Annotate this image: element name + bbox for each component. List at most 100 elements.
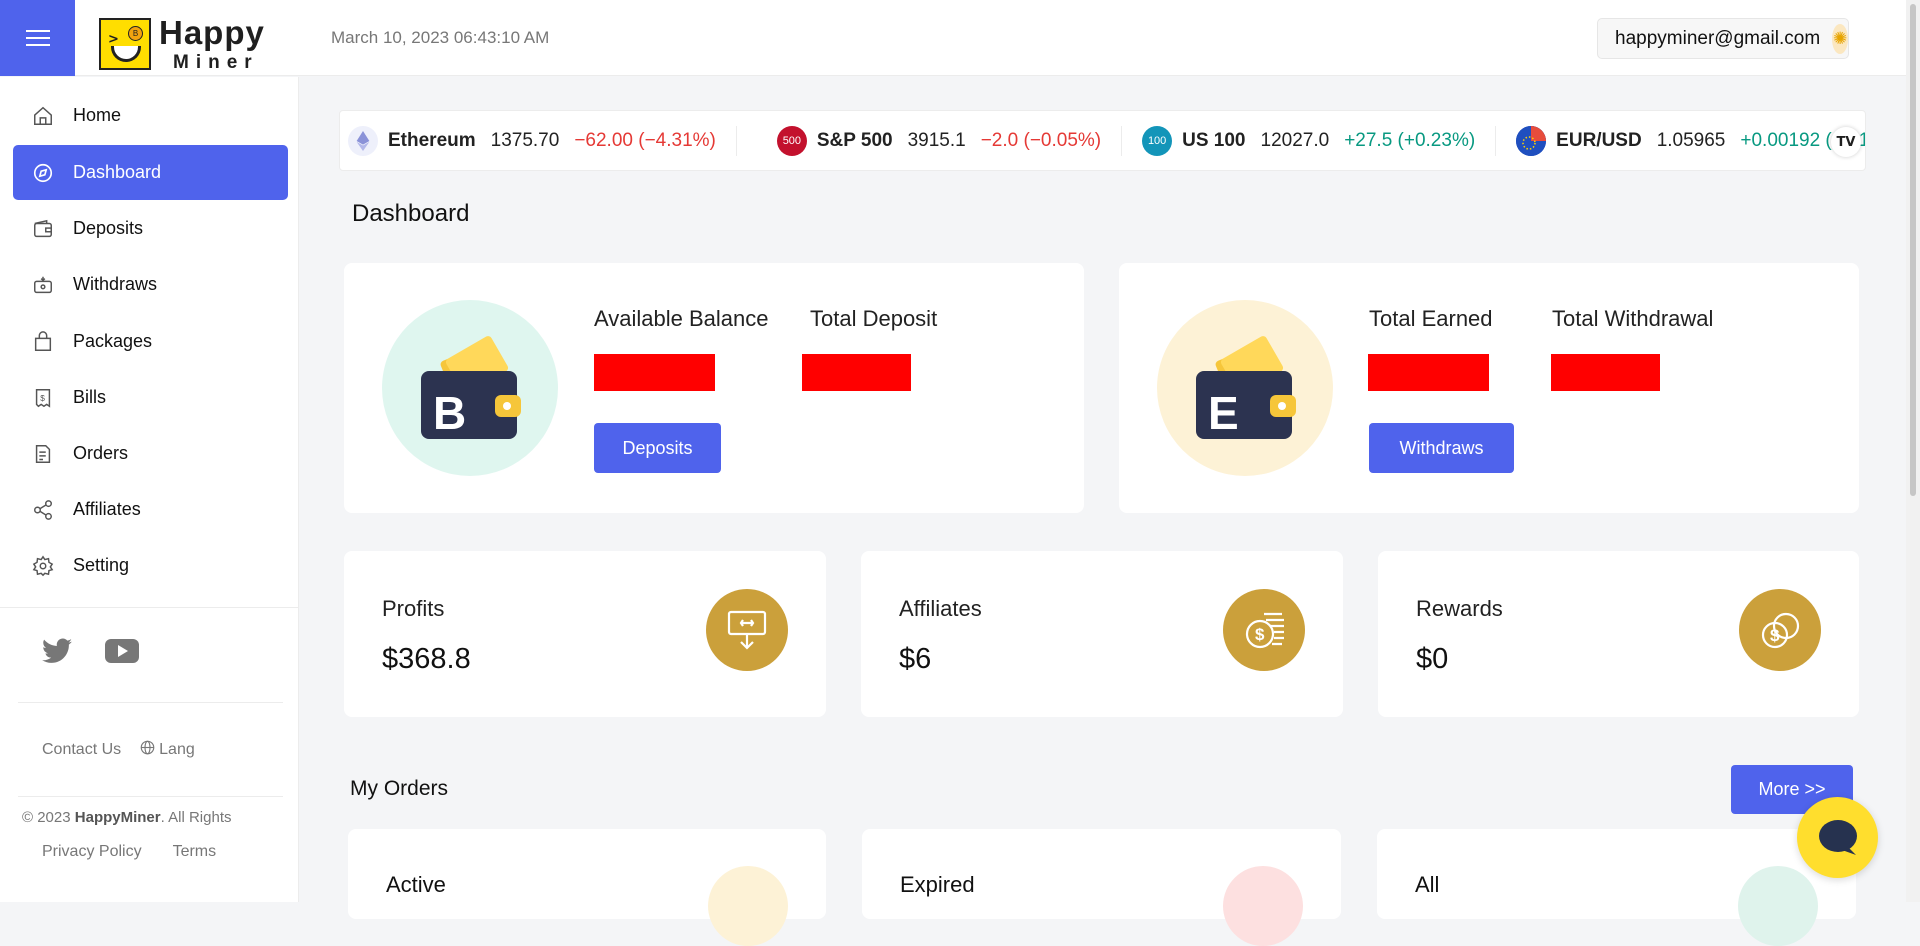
ticker-item[interactable]: 500 S&P 500 3915.1 −2.0 (−0.05%) xyxy=(737,125,1123,156)
stat-label: Rewards xyxy=(1416,596,1503,621)
page-title: Dashboard xyxy=(352,200,470,227)
order-card-label: Active xyxy=(386,872,446,897)
total-withdrawal-value-redacted xyxy=(1551,354,1660,391)
order-list-icon xyxy=(1223,866,1303,946)
social-links xyxy=(42,638,139,669)
ticker-name: S&P 500 xyxy=(816,129,893,151)
sidebar-item-label: Orders xyxy=(73,443,129,463)
svg-text:$: $ xyxy=(40,393,45,402)
order-list-icon xyxy=(1738,866,1818,946)
ticker-change: +27.5 (+0.23%) xyxy=(1344,129,1476,151)
total-earned-value-redacted xyxy=(1368,354,1489,391)
ticker-change: −62.00 (−4.31%) xyxy=(574,129,716,151)
coins-icon: $ xyxy=(1739,589,1821,671)
stat-label: Affiliates xyxy=(899,596,982,621)
current-datetime: March 10, 2023 06:43:10 AM xyxy=(331,28,550,47)
sidebar-item-bills[interactable]: $ Bills xyxy=(13,370,288,425)
ticker-item[interactable]: EUR/USD 1.05965 +0.00192 (+0.18%) xyxy=(1496,125,1865,156)
svg-text:$: $ xyxy=(1770,626,1780,645)
logo-text-line2: Miner xyxy=(173,52,259,73)
contact-us-link[interactable]: Contact Us xyxy=(42,741,121,759)
sidebar-item-affiliates[interactable]: Affiliates xyxy=(13,482,288,537)
hamburger-icon xyxy=(25,25,50,51)
expired-orders-card[interactable]: Expired xyxy=(862,829,1341,946)
all-orders-card[interactable]: All xyxy=(1377,829,1856,946)
sidebar-item-setting[interactable]: Setting xyxy=(13,538,288,593)
user-menu[interactable]: happyminer@gmail.com ✺ xyxy=(1597,18,1849,59)
tradingview-logo-icon[interactable]: TV xyxy=(1831,127,1861,157)
sidebar-item-label: Deposits xyxy=(73,218,144,238)
sidebar-item-label: Packages xyxy=(73,331,153,351)
top-bar: > B Happy Miner March 10, 2023 06:43:10 A… xyxy=(0,0,1920,76)
order-card-label: All xyxy=(1415,872,1440,897)
twitter-icon[interactable] xyxy=(42,638,72,669)
sidebar-item-withdraws[interactable]: Withdraws xyxy=(13,257,288,312)
logo-face-icon: > B xyxy=(99,18,151,70)
bill-icon: $ xyxy=(31,386,55,410)
sidebar-item-dashboard[interactable]: Dashboard xyxy=(13,145,288,200)
ticker-price: 1.05965 xyxy=(1656,129,1726,151)
sp500-icon: 500 xyxy=(776,125,807,156)
gear-icon xyxy=(31,554,55,578)
sidebar-item-label: Affiliates xyxy=(73,499,141,519)
divider xyxy=(0,607,299,608)
sidebar: Home Dashboard Deposits Withdraws Packag… xyxy=(0,77,299,902)
stat-value: $6 xyxy=(899,643,932,675)
user-email: happyminer@gmail.com xyxy=(1615,27,1821,49)
deposits-button[interactable]: Deposits xyxy=(594,423,721,473)
privacy-policy-link[interactable]: Privacy Policy xyxy=(42,843,142,861)
ticker-price: 3915.1 xyxy=(907,129,966,151)
total-withdrawal-label: Total Withdrawal xyxy=(1552,306,1714,331)
available-balance-label: Available Balance xyxy=(594,306,769,331)
stat-label: Profits xyxy=(382,596,445,621)
total-deposit-label: Total Deposit xyxy=(810,306,938,331)
youtube-icon[interactable] xyxy=(105,638,139,669)
sidebar-item-label: Setting xyxy=(73,555,130,575)
app-logo[interactable]: > B Happy Miner xyxy=(99,14,265,74)
profits-card: Profits $368.8 xyxy=(344,551,826,717)
scrollbar-thumb[interactable] xyxy=(1910,4,1916,496)
svg-text:B: B xyxy=(433,387,466,439)
earned-card: E Total Earned Total Withdrawal Withdraw… xyxy=(1119,263,1859,513)
sidebar-item-packages[interactable]: Packages xyxy=(13,314,288,369)
ticker-name: Ethereum xyxy=(388,129,476,151)
affiliates-card: Affiliates $6 $ xyxy=(861,551,1343,717)
profits-download-icon xyxy=(706,589,788,671)
ticker-name: EUR/USD xyxy=(1556,129,1642,151)
sidebar-item-home[interactable]: Home xyxy=(13,88,288,143)
chat-button[interactable] xyxy=(1797,797,1878,878)
withdraw-icon xyxy=(31,273,55,297)
withdraws-button[interactable]: Withdraws xyxy=(1369,423,1514,473)
menu-toggle-button[interactable] xyxy=(0,0,75,76)
wallet-b-icon: B xyxy=(382,300,558,476)
stat-value: $368.8 xyxy=(382,643,471,675)
bag-icon xyxy=(31,330,55,354)
chat-bubble-icon xyxy=(1818,819,1857,855)
language-selector[interactable]: Lang xyxy=(140,740,195,760)
sidebar-item-label: Home xyxy=(73,105,122,125)
sidebar-item-orders[interactable]: Orders xyxy=(13,426,288,481)
total-earned-label: Total Earned xyxy=(1369,306,1493,331)
avatar: ✺ xyxy=(1832,23,1848,54)
coin-stack-icon: $ xyxy=(1223,589,1305,671)
page-scrollbar[interactable] xyxy=(1906,0,1920,902)
svg-text:E: E xyxy=(1208,387,1239,439)
total-deposit-value-redacted xyxy=(802,354,911,391)
ticker-item[interactable]: Ethereum 1375.70 −62.00 (−4.31%) xyxy=(340,125,737,156)
wallet-icon xyxy=(31,217,55,241)
market-ticker[interactable]: Ethereum 1375.70 −62.00 (−4.31%) 500 S&P… xyxy=(339,110,1866,171)
terms-link[interactable]: Terms xyxy=(173,843,217,861)
available-balance-value-redacted xyxy=(594,354,715,391)
us100-icon: 100 xyxy=(1142,125,1173,156)
rewards-card: Rewards $0 $ xyxy=(1378,551,1859,717)
globe-icon xyxy=(140,740,155,760)
share-icon xyxy=(31,498,55,522)
ticker-item[interactable]: 100 US 100 12027.0 +27.5 (+0.23%) xyxy=(1122,125,1497,156)
language-label: Lang xyxy=(159,741,195,758)
balance-card: B Available Balance Total Deposit Deposi… xyxy=(344,263,1084,513)
wallet-e-icon: E xyxy=(1157,300,1333,476)
active-orders-card[interactable]: Active xyxy=(348,829,826,946)
divider xyxy=(18,702,283,703)
sidebar-item-deposits[interactable]: Deposits xyxy=(13,201,288,256)
sidebar-item-label: Withdraws xyxy=(73,274,158,294)
